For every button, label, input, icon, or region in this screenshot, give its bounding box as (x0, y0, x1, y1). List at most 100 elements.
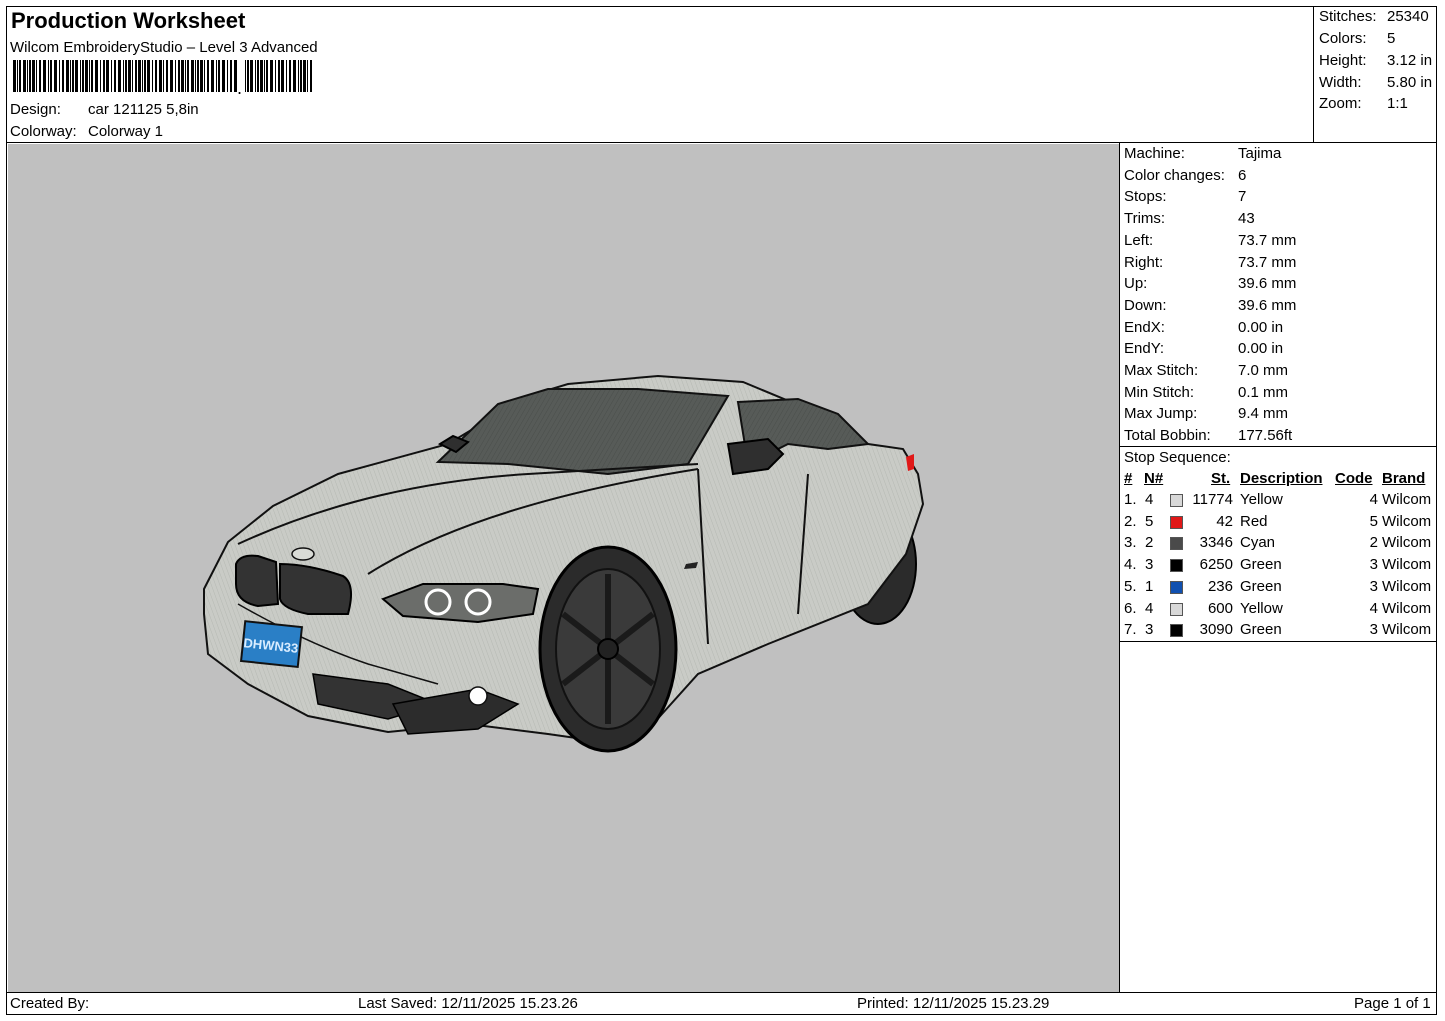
stop-code: 3 (1369, 577, 1378, 595)
stop-row: 5. 1 236 Green 3 Wilcom (1124, 578, 1436, 598)
stop-code: 4 (1369, 491, 1378, 508)
machine-info-label: Down: (1124, 296, 1167, 314)
machine-info-row: Right: 73.7 mm (1124, 254, 1296, 271)
info-divider (1119, 142, 1120, 993)
stop-row: 4. 3 6250 Green 3 Wilcom (1124, 556, 1436, 576)
machine-info-value: 0.1 mm (1238, 383, 1289, 401)
machine-info-row: Min Stitch: 0.1 mm (1124, 384, 1288, 401)
color-swatch (1170, 602, 1183, 616)
machine-info-label: EndY: (1124, 340, 1165, 358)
created-by: Created By: (10, 995, 90, 1012)
machine-info-row: Stops: 7 (1124, 188, 1246, 205)
stat-colors: Colors: 5 (1319, 30, 1396, 47)
stop-brand: Wilcom (1382, 556, 1432, 574)
stop-num: 1. (1124, 491, 1137, 508)
machine-info-value: 7.0 mm (1238, 362, 1289, 379)
machine-info-value: 7 (1238, 188, 1247, 206)
stat-height: Height: 3.12 in (1319, 52, 1433, 69)
stop-sequence-title: Stop Sequence: (1124, 449, 1231, 466)
stop-num: 3. (1124, 534, 1137, 552)
machine-info-row: Down: 39.6 mm (1124, 297, 1296, 314)
stop-code: 5 (1369, 512, 1378, 530)
page-title: Production Worksheet (11, 8, 246, 33)
color-swatch (1170, 624, 1183, 638)
stop-stitches: 236 (1207, 577, 1233, 595)
machine-info-label: Total Bobbin: (1124, 427, 1211, 445)
stop-num: 2. (1124, 512, 1137, 530)
machine-info-row: Up: 39.6 mm (1124, 275, 1296, 292)
machine-info-row: EndY: 0.00 in (1124, 340, 1283, 357)
stop-code: 3 (1369, 621, 1378, 639)
stop-stitches: 6250 (1199, 556, 1233, 574)
barcode: , (13, 60, 312, 94)
stop-row: 2. 5 42 Red 5 Wilcom (1124, 513, 1436, 533)
stop-row: 1. 4 11774 Yellow 4 Wilcom (1124, 491, 1436, 511)
stop-stitches: 11774 (1192, 491, 1233, 508)
colorway-row: Colorway: Colorway 1 (10, 123, 163, 140)
stat-width: Width: 5.80 in (1319, 74, 1433, 91)
stop-num: 4. (1124, 556, 1137, 574)
info-stop-divider (1119, 446, 1437, 447)
machine-info-value: 43 (1238, 210, 1255, 228)
machine-info-label: Right: (1124, 253, 1164, 271)
stop-row: 3. 2 3346 Cyan 2 Wilcom (1124, 534, 1436, 554)
stop-description: Green (1240, 577, 1282, 595)
machine-info-value: Tajima (1238, 145, 1282, 162)
machine-info-label: Max Stitch: (1124, 362, 1199, 379)
stop-description: Yellow (1240, 491, 1283, 508)
car-windshield (435, 388, 730, 476)
stop-stitches: 42 (1216, 512, 1233, 530)
stop-num: 6. (1124, 599, 1137, 617)
stop-description: Yellow (1240, 599, 1283, 617)
col-header-needle: N# (1144, 470, 1164, 487)
stop-needle: 1 (1145, 577, 1154, 595)
machine-info-row: EndX: 0.00 in (1124, 319, 1283, 336)
svg-text:,: , (237, 78, 242, 94)
stop-brand: Wilcom (1382, 512, 1432, 530)
machine-info-label: Up: (1124, 275, 1148, 293)
stop-needle: 3 (1145, 556, 1154, 574)
stop-code: 4 (1369, 599, 1378, 617)
header-divider (6, 142, 1437, 143)
machine-info-row: Max Jump: 9.4 mm (1124, 405, 1288, 422)
machine-info-label: Trims: (1124, 210, 1166, 228)
footer-divider (6, 992, 1437, 993)
stop-code: 3 (1369, 556, 1378, 574)
stop-code: 2 (1369, 534, 1378, 552)
stop-num: 7. (1124, 621, 1137, 639)
stop-needle: 4 (1145, 599, 1154, 617)
stop-row: 6. 4 600 Yellow 4 Wilcom (1124, 600, 1436, 620)
stop-needle: 5 (1145, 512, 1154, 530)
printed-date: Printed: 12/11/2025 15.23.29 (857, 995, 1050, 1012)
machine-info-label: EndX: (1124, 318, 1165, 336)
col-header-num: # (1124, 470, 1133, 487)
software-name: Wilcom EmbroideryStudio – Level 3 Advanc… (10, 39, 318, 56)
col-header-stitches: St. (1211, 470, 1231, 487)
stop-description: Green (1240, 621, 1282, 639)
machine-info-label: Min Stitch: (1124, 383, 1195, 401)
car-grille-left (235, 554, 280, 608)
stat-zoom: Zoom: 1:1 (1319, 95, 1408, 112)
machine-info-label: Stops: (1124, 188, 1167, 206)
col-header-code: Code (1335, 470, 1373, 487)
stop-needle: 4 (1145, 491, 1154, 508)
machine-info-value: 39.6 mm (1238, 296, 1297, 314)
last-saved: Last Saved: 12/11/2025 15.23.26 (358, 995, 578, 1012)
machine-info-label: Max Jump: (1124, 405, 1198, 423)
stop-num: 5. (1124, 577, 1137, 595)
colorway-label: Colorway: (10, 123, 77, 140)
stop-brand: Wilcom (1382, 621, 1432, 639)
color-swatch (1170, 515, 1183, 529)
stop-row: 7. 3 3090 Green 3 Wilcom (1124, 621, 1436, 641)
color-swatch (1170, 580, 1183, 594)
colorway-value: Colorway 1 (88, 123, 164, 140)
stop-needle: 2 (1145, 534, 1154, 552)
color-swatch (1170, 559, 1183, 573)
design-row: Design: car 121125 5,8in (10, 101, 199, 118)
stop-stitches: 600 (1207, 599, 1233, 617)
page-number: Page 1 of 1 (1354, 995, 1431, 1012)
col-header-brand: Brand (1382, 470, 1426, 487)
col-header-description: Description (1240, 470, 1323, 487)
machine-info-row: Trims: 43 (1124, 210, 1255, 227)
machine-info-value: 0.00 in (1238, 318, 1284, 336)
